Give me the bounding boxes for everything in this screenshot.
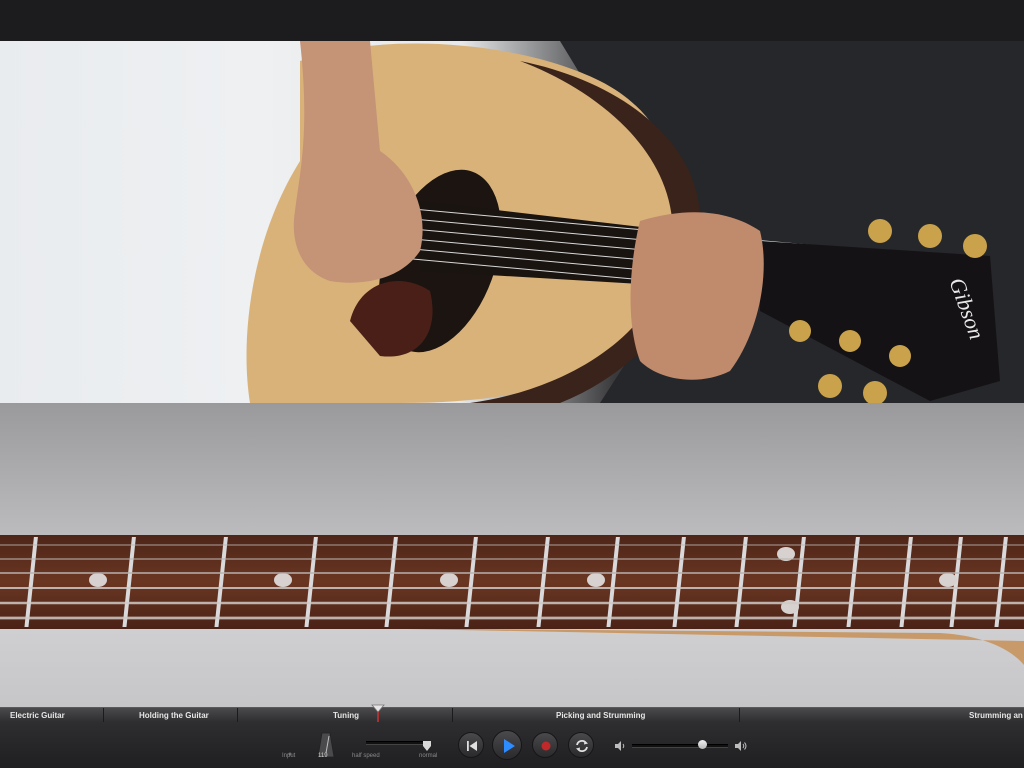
fretboard-view [0, 403, 1024, 707]
chapter-strumming-an-e[interactable]: Strumming an E [740, 708, 1024, 723]
top-bar [0, 0, 1024, 41]
speed-slider[interactable] [366, 741, 430, 745]
chapter-holding-the-guitar[interactable]: Holding the Guitar [104, 708, 238, 723]
playhead[interactable] [371, 704, 385, 723]
fret-inlay-dot [274, 573, 292, 587]
input-level-icon [287, 744, 293, 756]
play-button[interactable] [492, 730, 522, 760]
record-button[interactable] [532, 732, 558, 758]
speed-slider-knob[interactable] [422, 738, 431, 751]
rewind-button[interactable] [458, 732, 484, 758]
fret-inlay-dot [587, 573, 605, 587]
lesson-chapter-bar: Electric Guitar Holding the Guitar Tunin… [0, 704, 1024, 723]
chapter-tuning[interactable]: Tuning [238, 708, 453, 723]
volume-low-icon [614, 739, 626, 751]
speed-normal-label: normal [419, 753, 438, 759]
cycle-button[interactable] [568, 732, 594, 758]
transport-bar: Input 119 half speed normal [0, 722, 1024, 768]
volume-slider-knob[interactable] [697, 740, 707, 749]
fret-inlay-dot [89, 573, 107, 587]
input-label: Input [282, 753, 296, 759]
volume-high-icon [734, 739, 748, 751]
video-frame: Gibson [246, 41, 1024, 403]
loop-icon [576, 740, 588, 752]
record-icon [541, 741, 551, 751]
tempo-value: 119 [318, 753, 328, 759]
fret-inlay-dot [440, 573, 458, 587]
skip-back-icon [467, 741, 477, 751]
chapter-electric-guitar[interactable]: Electric Guitar [0, 708, 104, 723]
lesson-video[interactable]: Gibson [0, 41, 1024, 403]
volume-slider[interactable] [632, 744, 728, 748]
fretboard [0, 535, 1024, 665]
chapter-picking-and-strumming[interactable]: Picking and Strumming [453, 708, 740, 723]
play-icon [504, 739, 515, 753]
fret-inlay-dot [939, 573, 957, 587]
speed-half-label: half speed [352, 753, 380, 759]
